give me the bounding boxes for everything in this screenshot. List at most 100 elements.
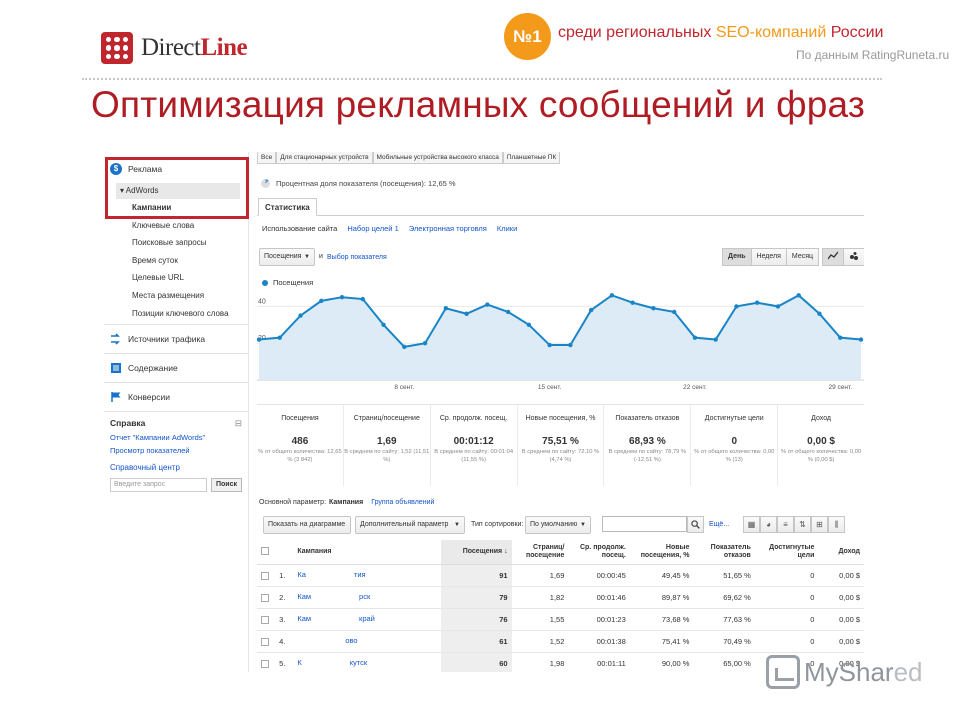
motion-chart-icon[interactable] [843, 248, 864, 266]
row-checkbox[interactable] [257, 564, 276, 587]
col-campaign[interactable]: Кампания [293, 540, 442, 565]
select-all-checkbox[interactable] [257, 540, 276, 565]
data-point [630, 300, 635, 305]
nav-item-keywords[interactable]: Ключевые слова [104, 217, 248, 235]
data-point [838, 335, 843, 340]
cell-goals: 0 [754, 564, 819, 587]
pick-metric-link[interactable]: Выбор показателя [327, 254, 387, 261]
subtab-site-usage[interactable]: Использование сайта [262, 224, 337, 233]
highlight-frame [105, 157, 249, 219]
help-search-input[interactable]: Введите запрос [110, 478, 207, 493]
data-point [547, 342, 552, 348]
campaign-link[interactable]: Ка тия [293, 564, 442, 587]
help-link-view-metrics[interactable]: Просмотр показателей [110, 446, 242, 455]
col-avg-duration[interactable]: Ср. продолж. посещ. [568, 540, 630, 565]
table-view-icon[interactable]: ▦ [743, 516, 760, 533]
subtab-ecommerce[interactable]: Электронная торговля [409, 224, 487, 233]
kpi-revenue: Доход 0,00 $ % от общего количества: 0,00 … [778, 405, 864, 486]
col-visits[interactable]: Посещения ↓ [441, 540, 512, 565]
cell-duration: 00:01:46 [568, 586, 630, 609]
tab-statistics[interactable]: Статистика [258, 198, 317, 216]
nav-divider [104, 353, 248, 355]
nav-item-search-queries[interactable]: Поисковые запросы [104, 234, 248, 252]
row-number: 1. [275, 564, 294, 587]
row-checkbox[interactable] [257, 652, 276, 672]
col-bounce-rate[interactable]: Показатель отказов [693, 540, 755, 565]
dropdown-arrow-icon: ▼ [580, 522, 586, 528]
data-point [277, 335, 282, 340]
kpi-sub: В среднем по сайту: 72,10 % (4,74 %) [521, 449, 600, 463]
line-chart-icon[interactable] [822, 248, 844, 266]
help-center-link[interactable]: Справочный центр [110, 463, 242, 472]
data-point [568, 342, 573, 348]
period-week-button[interactable]: Неделя [750, 248, 787, 266]
segment-desktop[interactable]: Для стационарных устройств [276, 152, 373, 164]
nav-conversions[interactable]: Конверсии [104, 385, 248, 409]
table-row: 4. ово 61 1,52 00:01:38 75,41 % 70,49 % … [257, 630, 864, 653]
data-point [713, 337, 718, 342]
primary-dimension-label: Основной параметр: [259, 499, 327, 506]
sort-type-select[interactable]: По умолчанию ▼ [525, 516, 591, 534]
comparison-view-icon[interactable]: ⇅ [794, 516, 811, 533]
cell-revenue: 0,00 $ [818, 608, 864, 631]
pivot-view-icon[interactable]: ⊞ [811, 516, 828, 533]
campaign-link[interactable]: Ккутск [293, 652, 442, 672]
kpi-label: Новые посещения, % [525, 415, 596, 422]
term-cloud-icon[interactable]: ⫼ [828, 516, 845, 533]
subtab-clicks[interactable]: Клики [497, 224, 517, 233]
period-month-button[interactable]: Месяц [785, 248, 820, 266]
left-nav: $ Реклама ▾ AdWords Кампании Ключевые сл… [104, 152, 249, 672]
kpi-bounce-rate: Показатель отказов 68,93 % В среднем по са… [604, 405, 692, 486]
cell-revenue: 0,00 $ [818, 586, 864, 609]
cell-new-visits: 90,00 % [629, 652, 694, 672]
period-day-button[interactable]: День [722, 248, 752, 266]
row-checkbox[interactable] [257, 586, 276, 609]
help-link-campaigns-report[interactable]: Отчет "Кампании AdWords" [110, 433, 242, 442]
segment-mobile[interactable]: Мобильные устройства высокого класса [372, 152, 503, 164]
row-checkbox[interactable] [257, 608, 276, 631]
nav-item-keyword-positions[interactable]: Позиции ключевого слова [104, 305, 248, 323]
col-goals[interactable]: Достигнутые цели [754, 540, 819, 565]
nav-conversions-label: Конверсии [128, 392, 170, 403]
cell-pages: 1,69 [511, 564, 569, 587]
metric-select[interactable]: Посещения ▼ [259, 248, 315, 266]
secondary-dimension-select[interactable]: Дополнительный параметр ▼ [355, 516, 465, 534]
pie-view-icon[interactable]: ◕ [760, 516, 777, 533]
dropdown-arrow-icon: ▼ [304, 254, 310, 260]
campaign-link[interactable]: Кам край [293, 608, 442, 631]
row-checkbox[interactable] [257, 630, 276, 653]
dimension-ad-group-link[interactable]: Группа объявлений [371, 499, 434, 506]
analytics-screenshot: $ Реклама ▾ AdWords Кампании Ключевые сл… [104, 152, 864, 672]
segment-all[interactable]: Все [257, 152, 277, 164]
nav-item-placements[interactable]: Места размещения [104, 287, 248, 305]
subtab-goal-set[interactable]: Набор целей 1 [347, 224, 398, 233]
campaign-link[interactable]: Кам рск [293, 586, 442, 609]
campaign-link[interactable]: ово [293, 630, 442, 653]
show-on-chart-button[interactable]: Показать на диаграмме [263, 516, 351, 534]
data-point [360, 296, 365, 302]
rank-badge: №1 [504, 13, 551, 60]
cell-duration: 00:00:45 [568, 564, 630, 587]
kpi-sub: % от общего количества: 12,65 % (3 842) [258, 449, 342, 463]
col-new-visits[interactable]: Новые посещения, % [629, 540, 694, 565]
search-icon[interactable] [687, 516, 704, 533]
nav-item-target-urls[interactable]: Целевые URL [104, 269, 248, 287]
cell-visits: 91 [441, 564, 512, 587]
logo-mark-icon [101, 32, 133, 64]
collapse-icon[interactable]: ⊟ [235, 418, 242, 429]
help-search-button[interactable]: Поиск [210, 478, 242, 493]
segment-tablet[interactable]: Планшетные ПК [502, 152, 561, 164]
table-search-input[interactable] [602, 516, 687, 532]
col-pages-per-visit[interactable]: Страниц/ посещение [511, 540, 569, 565]
data-point [588, 307, 594, 313]
nav-content[interactable]: Содержание [104, 356, 248, 380]
more-options-link[interactable]: Ещё... [709, 521, 729, 528]
performance-view-icon[interactable]: ≡ [777, 516, 794, 533]
data-point [775, 304, 781, 309]
data-point [858, 337, 864, 342]
nav-traffic-sources[interactable]: Источники трафика [104, 327, 248, 351]
nav-item-time-of-day[interactable]: Время суток [104, 252, 248, 270]
col-revenue[interactable]: Доход [818, 540, 864, 565]
cell-new-visits: 75,41 % [629, 630, 694, 653]
tab-underline [257, 215, 864, 216]
